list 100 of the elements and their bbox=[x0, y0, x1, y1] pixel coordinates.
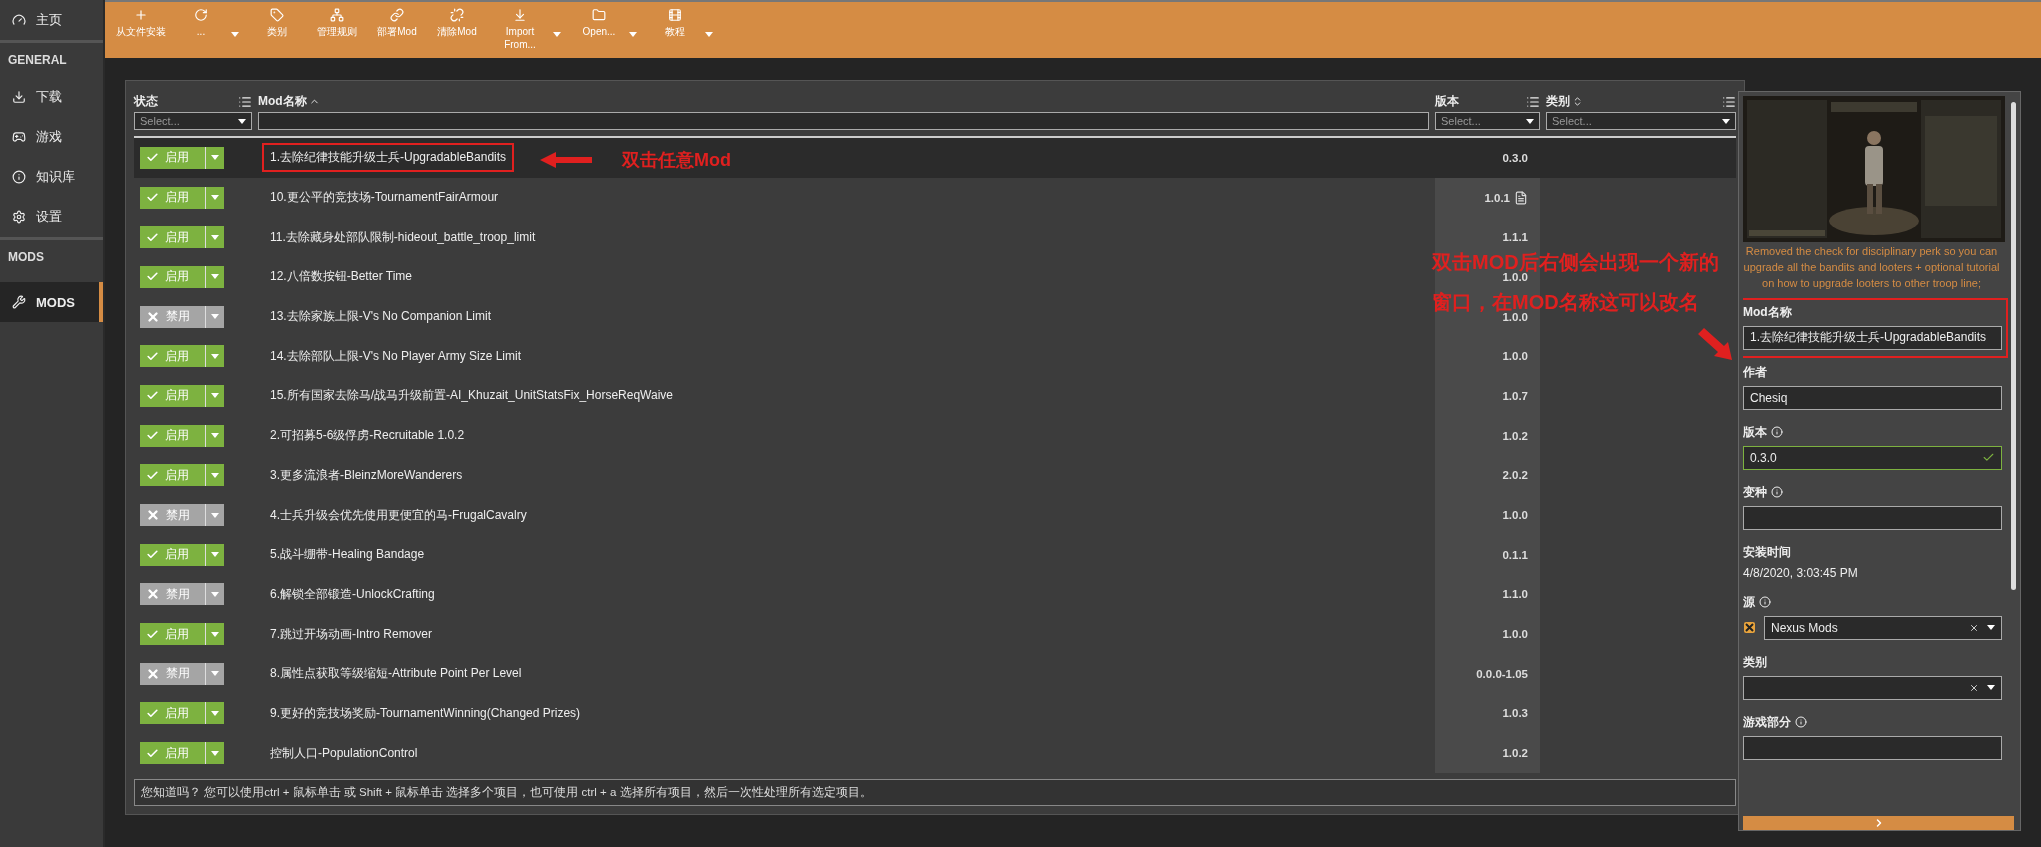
caret-icon[interactable] bbox=[553, 32, 561, 37]
status-toggle[interactable]: 启用 bbox=[140, 186, 206, 209]
status-dropdown[interactable] bbox=[206, 702, 224, 725]
filter-select[interactable]: Select... bbox=[134, 112, 252, 130]
source-select[interactable]: Nexus Mods bbox=[1764, 615, 2002, 640]
status-dropdown[interactable] bbox=[206, 384, 224, 407]
status-dropdown[interactable] bbox=[206, 305, 224, 328]
status-dropdown[interactable] bbox=[206, 464, 224, 487]
toolbar-button[interactable]: 教程 bbox=[645, 8, 705, 39]
field-label: 类别 bbox=[1743, 653, 1767, 671]
mod-name: 2.可招募5-6级俘虏-Recruitable 1.0.2 bbox=[269, 427, 466, 445]
status-dropdown[interactable] bbox=[206, 623, 224, 646]
note-icon[interactable] bbox=[1514, 190, 1528, 205]
cross-icon bbox=[146, 666, 160, 681]
sidebar-item[interactable]: 设置 bbox=[0, 197, 103, 237]
status-toggle[interactable]: 禁用 bbox=[140, 662, 206, 685]
mod-name: 15.所有国家去除马/战马升级前置-AI_Khuzait_UnitStatsFix_HorseReqWaive bbox=[269, 387, 674, 405]
category-select[interactable] bbox=[1743, 675, 2002, 700]
caret-icon[interactable] bbox=[231, 32, 239, 37]
caret-icon bbox=[211, 234, 219, 240]
mod-name: 7.跳过开场动画-Intro Remover bbox=[269, 625, 434, 643]
status-toggle[interactable]: 启用 bbox=[140, 424, 206, 447]
field-label: 作者 bbox=[1743, 363, 1767, 381]
toolbar-button[interactable]: Import From... bbox=[487, 8, 553, 51]
status-dropdown[interactable] bbox=[206, 504, 224, 527]
sidebar-item[interactable]: 下载 bbox=[0, 77, 103, 117]
status-dropdown[interactable] bbox=[206, 424, 224, 447]
clear-icon[interactable] bbox=[1969, 682, 1979, 693]
field-value: 4/8/2020, 3:03:45 PM bbox=[1743, 565, 1859, 580]
field-label: 版本 bbox=[1743, 423, 1767, 441]
filter-select[interactable]: Select... bbox=[1546, 112, 1736, 130]
status-dropdown[interactable] bbox=[206, 186, 224, 209]
status-dropdown[interactable] bbox=[206, 345, 224, 368]
toolbar-button[interactable]: 类别 bbox=[247, 8, 307, 39]
version-text: 1.0.0 bbox=[1502, 270, 1528, 283]
status-dropdown[interactable] bbox=[206, 742, 224, 765]
mod-name: 11.去除藏身处部队限制-hideout_battle_troop_limit bbox=[269, 228, 537, 246]
status-dropdown[interactable] bbox=[206, 265, 224, 288]
toolbar-button[interactable]: 部署Mod bbox=[367, 8, 427, 39]
input-field[interactable]: Chesiq bbox=[1743, 385, 2002, 410]
filter-select[interactable]: Select... bbox=[1435, 112, 1540, 130]
column-header[interactable]: Mod名称 bbox=[258, 93, 320, 110]
sidebar-item[interactable]: 游戏 bbox=[0, 117, 103, 157]
status-toggle[interactable]: 启用 bbox=[140, 384, 206, 407]
caret-icon[interactable] bbox=[705, 32, 713, 37]
status-toggle[interactable]: 启用 bbox=[140, 543, 206, 566]
status-toggle[interactable]: 启用 bbox=[140, 464, 206, 487]
column-header[interactable]: 状态 bbox=[134, 93, 158, 110]
caret-icon bbox=[211, 274, 219, 280]
column-menu-icon[interactable] bbox=[238, 94, 252, 109]
sidebar-item[interactable]: 主页 bbox=[0, 0, 103, 40]
column-menu-icon[interactable] bbox=[1722, 94, 1736, 109]
column-header[interactable]: 类别 bbox=[1546, 93, 1583, 110]
toolbar-button[interactable]: 从文件安装 bbox=[111, 8, 171, 39]
field-label: 安装时间 bbox=[1743, 543, 1791, 561]
toolbar-button[interactable]: Open... bbox=[569, 8, 629, 39]
status-dropdown[interactable] bbox=[206, 662, 224, 685]
status-dropdown[interactable] bbox=[206, 146, 224, 169]
toolbar-button[interactable]: 清除Mod bbox=[427, 8, 487, 39]
status-toggle[interactable]: 启用 bbox=[140, 742, 206, 765]
status-toggle[interactable]: 启用 bbox=[140, 146, 206, 169]
status-toggle[interactable]: 启用 bbox=[140, 623, 206, 646]
gauge-icon bbox=[12, 13, 26, 27]
plus-icon bbox=[134, 8, 148, 22]
mod-name: 3.更多流浪者-BleinzMoreWanderers bbox=[269, 466, 464, 484]
status-toggle[interactable]: 禁用 bbox=[140, 583, 206, 606]
column-menu-icon[interactable] bbox=[1526, 94, 1540, 109]
status-toggle[interactable]: 启用 bbox=[140, 265, 206, 288]
sidebar-item[interactable]: 知识库 bbox=[0, 157, 103, 197]
film-icon bbox=[668, 8, 682, 22]
input-field[interactable] bbox=[1743, 505, 2002, 530]
mod-name: 10.更公平的竞技场-TournamentFairArmour bbox=[269, 189, 500, 207]
caret-icon bbox=[1722, 118, 1730, 124]
caret-icon bbox=[211, 671, 219, 677]
status-toggle[interactable]: 启用 bbox=[140, 226, 206, 249]
status-dropdown[interactable] bbox=[206, 543, 224, 566]
status-toggle[interactable]: 禁用 bbox=[140, 305, 206, 328]
annotation-text: 双击任意Mod bbox=[622, 151, 731, 169]
column-header[interactable]: 版本 bbox=[1435, 93, 1459, 110]
input-field[interactable] bbox=[1743, 735, 2002, 760]
clear-icon[interactable] bbox=[1969, 622, 1979, 633]
mod-name: 9.更好的竞技场奖励-TournamentWinning(Changed Prizes) bbox=[269, 704, 582, 722]
input-field[interactable]: 0.3.0 bbox=[1743, 445, 2002, 470]
status-toggle[interactable]: 禁用 bbox=[140, 504, 206, 527]
caret-icon bbox=[211, 393, 219, 399]
filter-field[interactable] bbox=[258, 112, 1429, 130]
status-dropdown[interactable] bbox=[206, 226, 224, 249]
caret-icon[interactable] bbox=[629, 32, 637, 37]
toolbar-button[interactable]: ... bbox=[171, 8, 231, 39]
scrollbar[interactable] bbox=[2011, 102, 2016, 590]
status-toggle[interactable]: 启用 bbox=[140, 345, 206, 368]
mod-name: 5.战斗绷带-Healing Bandage bbox=[269, 546, 426, 564]
cross-icon bbox=[146, 309, 160, 324]
status-toggle[interactable]: 启用 bbox=[140, 702, 206, 725]
input-field[interactable]: 1.去除纪律技能升级士兵-UpgradableBandits bbox=[1743, 325, 2002, 350]
sidebar-item[interactable]: MODS bbox=[0, 282, 103, 322]
version-text: 1.0.3 bbox=[1502, 707, 1528, 720]
mod-name: 8.属性点获取等级缩短-Attribute Point Per Level bbox=[269, 665, 523, 683]
toolbar-button[interactable]: 管理规则 bbox=[307, 8, 367, 39]
status-dropdown[interactable] bbox=[206, 583, 224, 606]
